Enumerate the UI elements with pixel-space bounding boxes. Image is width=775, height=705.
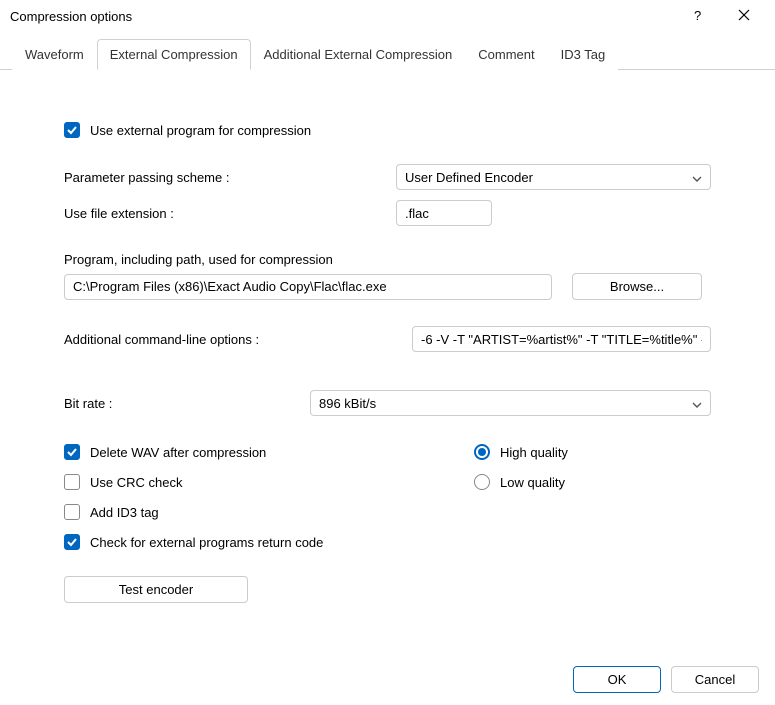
low-quality-label: Low quality xyxy=(500,475,565,490)
crc-checkbox[interactable] xyxy=(64,474,80,490)
row-check-return: Check for external programs return code xyxy=(64,534,404,550)
high-quality-radio[interactable] xyxy=(474,444,490,460)
addl-options-input[interactable] xyxy=(412,326,711,352)
row-program-label: Program, including path, used for compre… xyxy=(64,252,711,267)
chevron-down-icon xyxy=(692,396,702,411)
scheme-select[interactable]: User Defined Encoder xyxy=(396,164,711,190)
titlebar: Compression options ? xyxy=(0,0,775,32)
extension-input[interactable] xyxy=(396,200,492,226)
tab-waveform[interactable]: Waveform xyxy=(12,39,97,70)
id3-checkbox[interactable] xyxy=(64,504,80,520)
row-high-quality: High quality xyxy=(474,444,568,460)
low-quality-radio[interactable] xyxy=(474,474,490,490)
close-button[interactable] xyxy=(721,1,767,31)
row-addl: Additional command-line options : xyxy=(64,326,711,352)
row-program: Browse... xyxy=(64,273,711,300)
cancel-button[interactable]: Cancel xyxy=(671,666,759,693)
scheme-value: User Defined Encoder xyxy=(405,170,533,185)
id3-label: Add ID3 tag xyxy=(90,505,159,520)
row-scheme: Parameter passing scheme : User Defined … xyxy=(64,164,711,190)
panel-external-compression: Use external program for compression Par… xyxy=(0,70,775,623)
check-return-checkbox[interactable] xyxy=(64,534,80,550)
row-use-external: Use external program for compression xyxy=(64,122,711,138)
tab-id3-tag[interactable]: ID3 Tag xyxy=(548,39,619,70)
footer-buttons: OK Cancel xyxy=(573,666,759,693)
row-id3: Add ID3 tag xyxy=(64,504,404,520)
window-title: Compression options xyxy=(8,9,675,24)
tab-external-compression[interactable]: External Compression xyxy=(97,39,251,70)
tab-strip: Waveform External Compression Additional… xyxy=(0,38,775,70)
svg-text:?: ? xyxy=(694,8,701,22)
delete-wav-checkbox[interactable] xyxy=(64,444,80,460)
help-button[interactable]: ? xyxy=(675,1,721,31)
bitrate-value: 896 kBit/s xyxy=(319,396,376,411)
help-icon: ? xyxy=(692,8,704,25)
browse-button[interactable]: Browse... xyxy=(572,273,702,300)
options-two-col: Delete WAV after compression Use CRC che… xyxy=(64,444,711,550)
test-encoder-button[interactable]: Test encoder xyxy=(64,576,248,603)
scheme-label: Parameter passing scheme : xyxy=(64,170,396,185)
options-right-col: High quality Low quality xyxy=(474,444,568,550)
check-return-label: Check for external programs return code xyxy=(90,535,323,550)
row-low-quality: Low quality xyxy=(474,474,568,490)
addl-label: Additional command-line options : xyxy=(64,332,412,347)
close-icon xyxy=(738,9,750,24)
tab-comment[interactable]: Comment xyxy=(465,39,547,70)
chevron-down-icon xyxy=(692,170,702,185)
program-label: Program, including path, used for compre… xyxy=(64,252,333,267)
row-bitrate: Bit rate : 896 kBit/s xyxy=(64,390,711,416)
bitrate-select[interactable]: 896 kBit/s xyxy=(310,390,711,416)
bitrate-label: Bit rate : xyxy=(64,396,310,411)
high-quality-label: High quality xyxy=(500,445,568,460)
use-external-label: Use external program for compression xyxy=(90,123,311,138)
row-extension: Use file extension : xyxy=(64,200,711,226)
program-path-input[interactable] xyxy=(64,274,552,300)
crc-label: Use CRC check xyxy=(90,475,182,490)
row-delete-wav: Delete WAV after compression xyxy=(64,444,404,460)
use-external-checkbox[interactable] xyxy=(64,122,80,138)
ok-button[interactable]: OK xyxy=(573,666,661,693)
extension-label: Use file extension : xyxy=(64,206,396,221)
delete-wav-label: Delete WAV after compression xyxy=(90,445,266,460)
tab-additional-external-compression[interactable]: Additional External Compression xyxy=(251,39,466,70)
options-left-col: Delete WAV after compression Use CRC che… xyxy=(64,444,404,550)
row-crc: Use CRC check xyxy=(64,474,404,490)
